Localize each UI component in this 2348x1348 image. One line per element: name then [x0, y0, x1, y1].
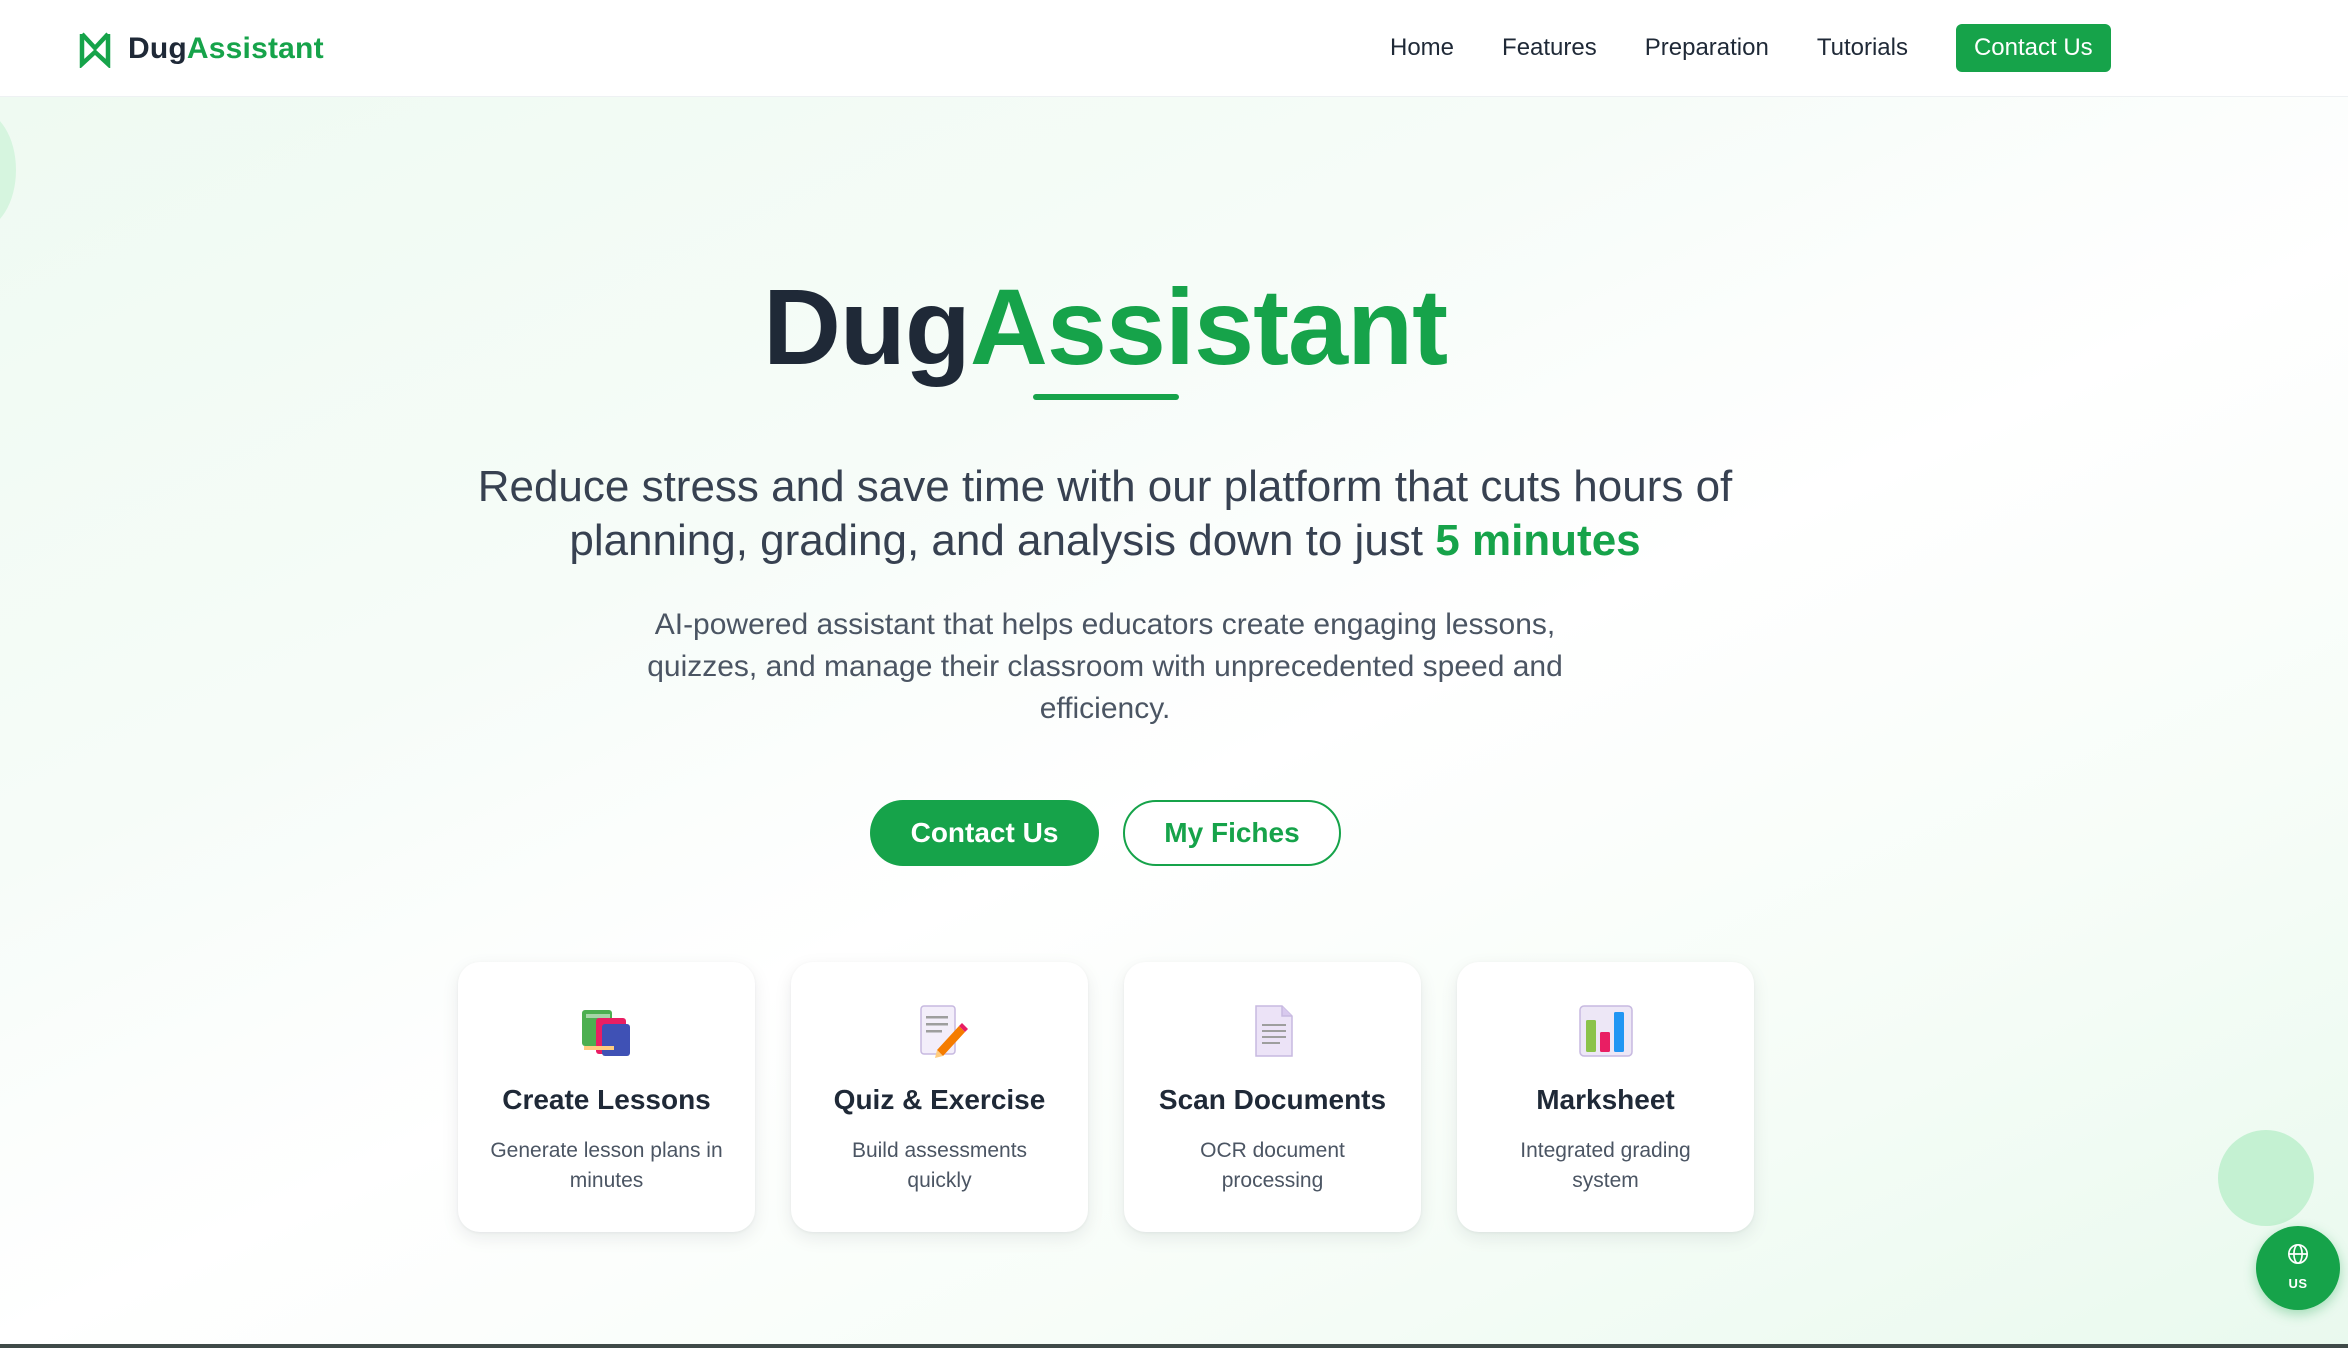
nav-preparation[interactable]: Preparation [1645, 34, 1769, 62]
document-icon [1255, 1005, 1293, 1057]
brand-name-part1: Dug [128, 32, 187, 65]
hero-title: DugAssistant [0, 262, 2210, 392]
hero-actions: Contact Us My Fiches [870, 800, 1341, 866]
hero-title-part1: Dug [762, 266, 971, 387]
feature-title: Scan Documents [1158, 1084, 1387, 1115]
language-code: US [2288, 1276, 2308, 1291]
page: DugAssistant Home Features Preparation T… [0, 0, 2348, 1348]
hero-description: AI-powered assistant that helps educator… [647, 608, 1563, 725]
feature-card-scan-documents[interactable]: Scan Documents OCR document processing [1124, 962, 1421, 1232]
feature-description: Generate lesson plans in minutes [490, 1139, 723, 1192]
nav-home[interactable]: Home [1390, 34, 1454, 62]
feature-card-marksheet[interactable]: Marksheet Integrated grading system [1457, 962, 1754, 1232]
brand-name-part2: Assistant [186, 32, 324, 65]
memo-pencil-icon [920, 1005, 968, 1058]
feature-title: Create Lessons [502, 1084, 711, 1115]
brand-name: DugAssistant [128, 32, 324, 66]
title-underline [1033, 394, 1179, 400]
feature-description: Integrated grading system [1520, 1139, 1691, 1192]
main-nav: Home Features Preparation Tutorials Cont… [1390, 24, 2111, 72]
globe-icon [2288, 1244, 2308, 1264]
hero-subtitle: Reduce stress and save time with our pla… [440, 460, 1770, 568]
decorative-circle-right [2218, 1130, 2314, 1226]
hero-title-part2: Assistant [969, 266, 1448, 387]
bookmark-logo-icon [79, 32, 111, 68]
contact-us-button[interactable]: Contact Us [870, 800, 1099, 866]
navbar: DugAssistant Home Features Preparation T… [0, 0, 2348, 97]
brand-logo[interactable]: DugAssistant [78, 28, 324, 70]
my-fiches-button[interactable]: My Fiches [1123, 800, 1341, 866]
feature-description: OCR document processing [1200, 1139, 1345, 1192]
language-switcher-button[interactable]: US [2256, 1226, 2340, 1310]
feature-title: Quiz & Exercise [833, 1084, 1046, 1115]
bar-chart-icon [1579, 1005, 1633, 1057]
feature-cards: Create Lessons Generate lesson plans in … [458, 962, 1754, 1232]
feature-description: Build assessments quickly [851, 1139, 1028, 1192]
nav-contact-button[interactable]: Contact Us [1955, 24, 2111, 72]
window-bottom-edge [0, 1344, 2348, 1348]
nav-features[interactable]: Features [1502, 34, 1597, 62]
nav-tutorials[interactable]: Tutorials [1817, 34, 1908, 62]
feature-card-quiz-exercise[interactable]: Quiz & Exercise Build assessments quickl… [791, 962, 1088, 1232]
feature-card-create-lessons[interactable]: Create Lessons Generate lesson plans in … [458, 962, 755, 1232]
books-icon [582, 1010, 630, 1056]
hero-subtitle-highlight: 5 minutes [1435, 516, 1641, 565]
decorative-circle-left [0, 110, 16, 230]
feature-title: Marksheet [1536, 1084, 1675, 1115]
